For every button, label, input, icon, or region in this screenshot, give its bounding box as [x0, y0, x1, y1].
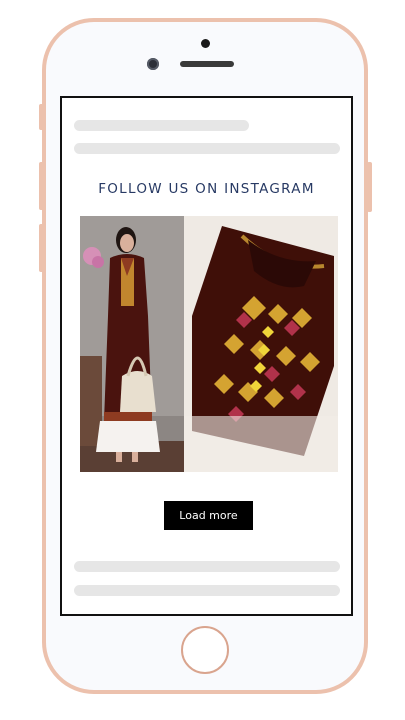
phone-side-button [39, 104, 44, 130]
instagram-post-embroidered-fabric-image [184, 216, 338, 472]
phone-volume-down-button [39, 224, 44, 272]
instagram-post-2[interactable] [184, 216, 338, 472]
placeholder-line [74, 120, 249, 131]
load-more-button[interactable]: Load more [164, 501, 253, 530]
section-heading: FOLLOW US ON INSTAGRAM [98, 181, 315, 197]
phone-power-button [367, 162, 372, 212]
instagram-post-woman-kurta-image [80, 216, 184, 472]
placeholder-line [74, 585, 340, 596]
phone-volume-up-button [39, 162, 44, 210]
camera-lens-icon [147, 58, 159, 70]
instagram-gallery [80, 216, 338, 472]
home-button[interactable] [181, 626, 229, 674]
instagram-post-1[interactable] [80, 216, 184, 472]
earpiece-speaker [180, 61, 234, 67]
placeholder-line [74, 143, 340, 154]
front-camera-icon [201, 39, 210, 48]
placeholder-line [74, 561, 340, 572]
phone-screen: FOLLOW US ON INSTAGRAM Load more [60, 96, 353, 616]
